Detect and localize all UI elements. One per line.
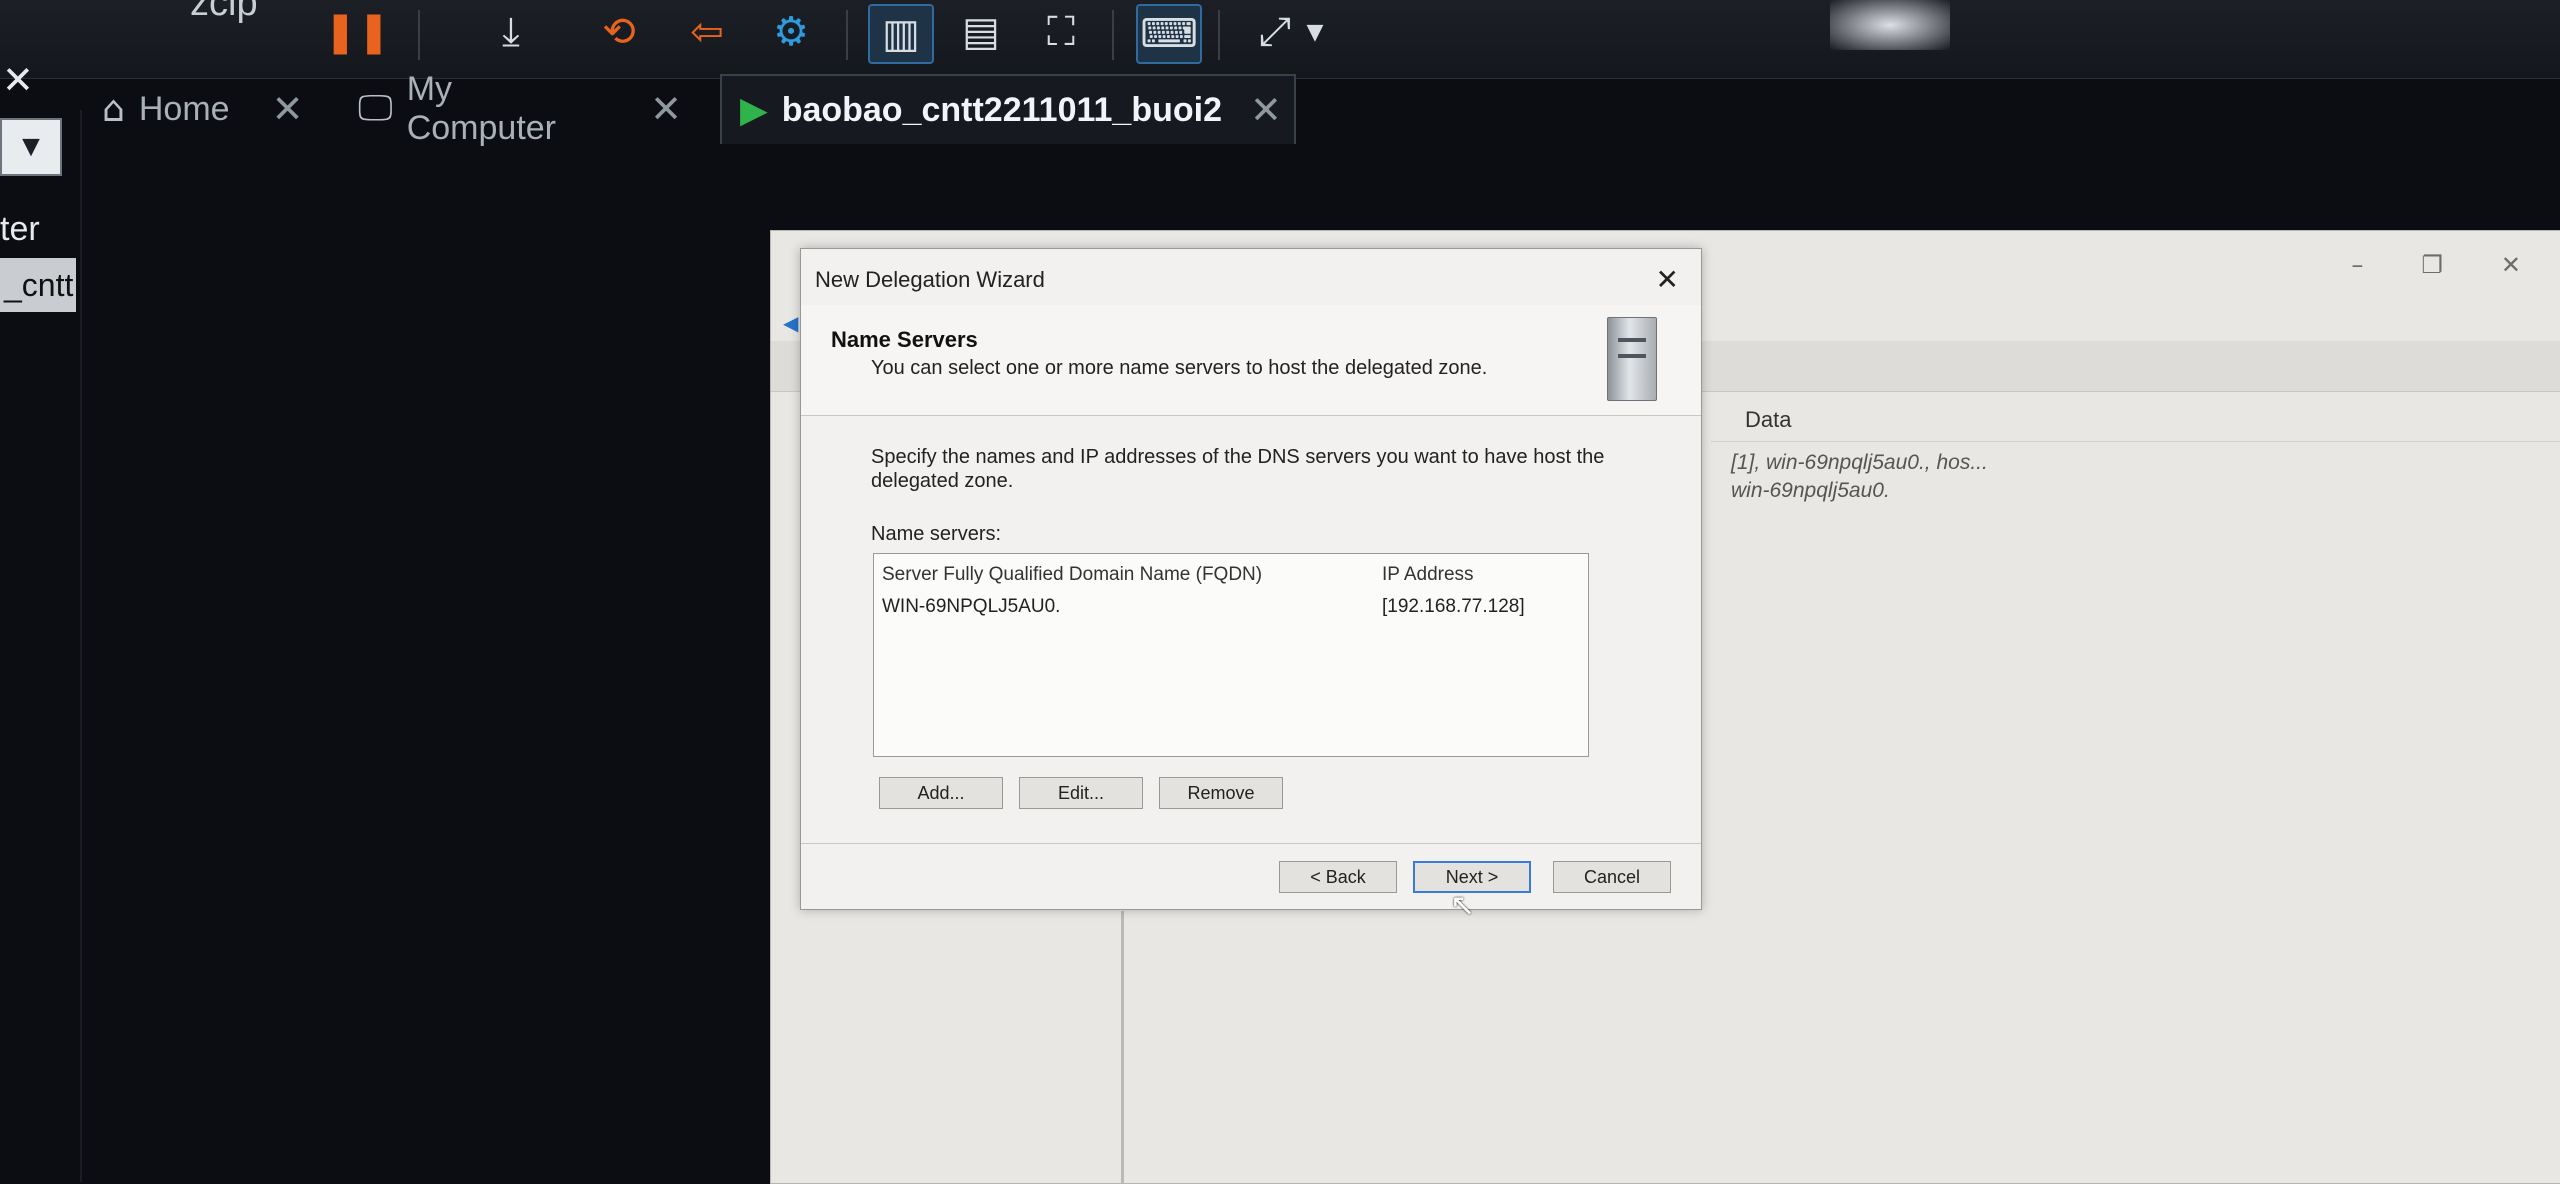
console-view-icon[interactable]: ⌨ (1136, 4, 1202, 64)
server-icon (1607, 317, 1657, 401)
library-item-selected[interactable]: _cntt (0, 258, 76, 312)
minimize-icon[interactable]: – (2351, 251, 2363, 279)
close-icon[interactable]: ✕ (272, 87, 304, 131)
name-servers-label: Name servers: (871, 523, 1002, 545)
mouse-cursor-icon: ↖ (1450, 888, 1476, 923)
toolbar-separator (1112, 10, 1114, 60)
close-icon[interactable]: ✕ (650, 87, 682, 131)
remove-button[interactable]: Remove (1159, 777, 1283, 809)
pane-splitter[interactable] (1121, 911, 1124, 1183)
home-icon: ⌂ (102, 88, 125, 130)
monitor-icon: 🖵 (358, 88, 393, 129)
tab-label: baobao_cntt2211011_buoi2 (781, 90, 1222, 129)
dialog-title: New Delegation Wizard (815, 267, 1045, 292)
screen-glare (1830, 0, 1950, 50)
library-divider[interactable] (80, 110, 82, 1182)
toolbar-separator (846, 10, 848, 60)
toolbar-separator (418, 10, 420, 60)
data-cell[interactable]: [1], win-69npqlj5au0., hos... (1731, 451, 1988, 475)
back-button[interactable]: < Back (1279, 861, 1397, 893)
column-header-data: Data (1745, 407, 1792, 432)
tab-my-computer[interactable]: 🖵 My Computer ✕ (340, 70, 700, 147)
instructions: Specify the names and IP addresses of th… (871, 446, 1605, 492)
stretch-guest-icon[interactable]: ⤢ (1244, 4, 1306, 60)
tab-label: My Computer (406, 70, 556, 147)
snapshot-back-icon[interactable]: ⇦ (676, 4, 738, 60)
restore-icon[interactable]: ❐ (2421, 251, 2443, 279)
toolbar-separator (1218, 10, 1220, 60)
toolbar-partial-label: zcip (190, 0, 258, 24)
ip-cell: [192.168.77.128] (1382, 596, 1525, 617)
close-icon[interactable]: ✕ (1656, 263, 1679, 296)
name-servers-list[interactable]: Server Fully Qualified Domain Name (FQDN… (873, 553, 1589, 757)
footer-divider (801, 843, 1701, 844)
tab-vm[interactable]: ▶ baobao_cntt2211011_buoi2 ✕ (720, 74, 1296, 144)
cancel-button[interactable]: Cancel (1553, 861, 1671, 893)
close-icon[interactable]: ✕ (2501, 251, 2521, 279)
thumbnail-bar-icon[interactable]: ▤ (950, 4, 1012, 60)
wizard-header: Name Servers You can select one or more … (801, 305, 1701, 416)
close-library-icon[interactable]: ✕ (2, 58, 34, 102)
window-controls: – ❐ ✕ (2351, 251, 2521, 279)
new-delegation-wizard: New Delegation Wizard ✕ Name Servers You… (800, 248, 1702, 910)
data-cell[interactable]: win-69npqlj5au0. (1731, 479, 1890, 503)
library-label: ter (0, 210, 40, 248)
chevron-down-icon[interactable]: ▼ (1300, 4, 1330, 60)
close-icon[interactable]: ✕ (1250, 88, 1282, 132)
library-dropdown[interactable]: ▼ (0, 118, 62, 176)
full-screen-icon[interactable]: ⛶ (1030, 4, 1092, 60)
snapshot-manager-icon[interactable]: ⚙ (760, 4, 822, 60)
column-header-fqdn[interactable]: Server Fully Qualified Domain Name (FQDN… (882, 564, 1262, 586)
suspend-icon[interactable]: ❚❚ (323, 4, 390, 60)
fqdn-cell: WIN-69NPQLJ5AU0. (882, 596, 1061, 617)
tab-label: Home (138, 89, 230, 128)
column-header[interactable]: Data (1711, 407, 2560, 442)
vmware-toolbar: zcip ❚❚ ⤓ ⟲ ⇦ ⚙ ▥ ▤ ⛶ ⌨ ⤢ ▼ (0, 0, 2560, 79)
tab-home[interactable]: ⌂ Home ✕ (84, 74, 314, 144)
show-library-icon[interactable]: ▥ (868, 4, 934, 64)
edit-button[interactable]: Edit... (1019, 777, 1143, 809)
column-header-ip[interactable]: IP Address (1382, 564, 1474, 586)
vm-play-icon: ▶ (740, 89, 768, 131)
add-button[interactable]: Add... (879, 777, 1003, 809)
revert-snapshot-icon[interactable]: ⟲ (588, 4, 650, 60)
section-title: Name Servers (831, 327, 978, 352)
send-ctrl-alt-del-icon[interactable]: ⤓ (480, 4, 542, 60)
section-subtitle: You can select one or more name servers … (871, 357, 1488, 379)
